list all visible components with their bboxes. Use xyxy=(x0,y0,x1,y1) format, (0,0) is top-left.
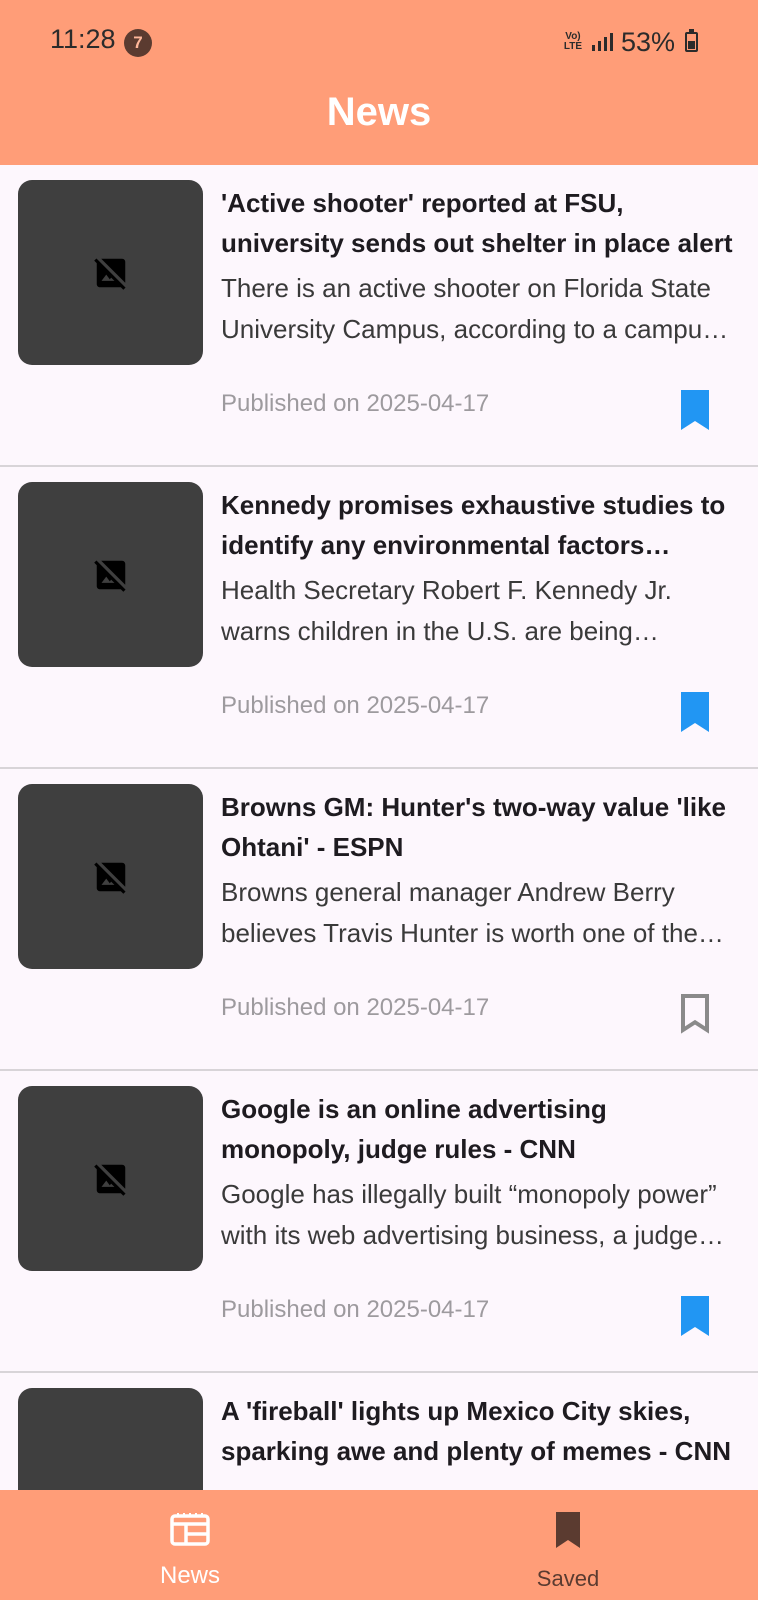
news-card[interactable]: Google is an online advertising monopoly… xyxy=(0,1071,758,1373)
nav-saved-label: Saved xyxy=(536,1566,600,1591)
news-date: Published on 2025-04-17 xyxy=(221,994,490,1021)
bookmark-filled-icon[interactable] xyxy=(679,692,711,732)
status-time: 11:28 xyxy=(50,24,116,54)
signal-icon xyxy=(591,33,613,51)
news-title[interactable]: A 'fireball' lights up Mexico City skies… xyxy=(221,1391,736,1471)
news-date: Published on 2025-04-17 xyxy=(221,1296,490,1323)
news-thumbnail xyxy=(18,482,203,667)
broken-image-icon xyxy=(93,1163,126,1196)
news-title[interactable]: Browns GM: Hunter's two-way value 'like … xyxy=(221,787,736,867)
news-card[interactable]: Browns GM: Hunter's two-way value 'like … xyxy=(0,769,758,1071)
status-icons: Vo) LTE 53% xyxy=(562,24,698,60)
news-description: Health Secretary Robert F. Kennedy Jr. w… xyxy=(221,575,672,646)
news-thumbnail xyxy=(18,1388,203,1490)
news-thumbnail xyxy=(18,784,203,969)
news-card[interactable]: 'Active shooter' reported at FSU, univer… xyxy=(0,165,758,467)
news-thumbnail xyxy=(18,180,203,365)
news-date: Published on 2025-04-17 xyxy=(221,692,490,719)
top-app-bar: 11:28 7 Vo) LTE 53% News xyxy=(0,0,758,165)
news-description: Google has illegally built “monopoly pow… xyxy=(221,1179,717,1250)
news-title[interactable]: Google is an online advertising monopoly… xyxy=(221,1089,736,1169)
newspaper-icon xyxy=(170,1513,210,1546)
bookmark-outline-icon[interactable] xyxy=(679,994,711,1034)
news-description: Browns general manager Andrew Berry beli… xyxy=(221,877,698,948)
news-title[interactable]: 'Active shooter' reported at FSU, univer… xyxy=(221,183,736,263)
nav-news[interactable]: News xyxy=(40,1490,340,1600)
broken-image-icon xyxy=(93,861,126,894)
news-card[interactable]: A 'fireball' lights up Mexico City skies… xyxy=(0,1373,758,1490)
nav-news-label: News xyxy=(159,1562,220,1589)
bottom-navigation: News Saved xyxy=(0,1490,758,1600)
bookmark-filled-icon[interactable] xyxy=(679,1296,711,1336)
battery-icon xyxy=(685,29,698,52)
page-title: News xyxy=(326,90,432,134)
bookmark-filled-icon[interactable] xyxy=(679,390,711,430)
battery-level: 53% xyxy=(620,26,675,57)
volte-icon: Vo) LTE xyxy=(563,31,583,52)
news-list[interactable]: 'Active shooter' reported at FSU, univer… xyxy=(0,165,758,1490)
notification-badge: 7 xyxy=(124,29,152,57)
news-thumbnail xyxy=(18,1086,203,1271)
news-card[interactable]: Kennedy promises exhaustive studies to i… xyxy=(0,467,758,769)
broken-image-icon xyxy=(93,257,126,290)
broken-image-icon xyxy=(93,559,126,592)
news-date: Published on 2025-04-17 xyxy=(221,390,490,417)
bookmark-icon xyxy=(556,1512,580,1548)
nav-saved[interactable]: Saved xyxy=(418,1490,718,1600)
news-description: There is an active shooter on Florida St… xyxy=(221,273,716,344)
news-title[interactable]: Kennedy promises exhaustive studies to i… xyxy=(221,485,736,565)
